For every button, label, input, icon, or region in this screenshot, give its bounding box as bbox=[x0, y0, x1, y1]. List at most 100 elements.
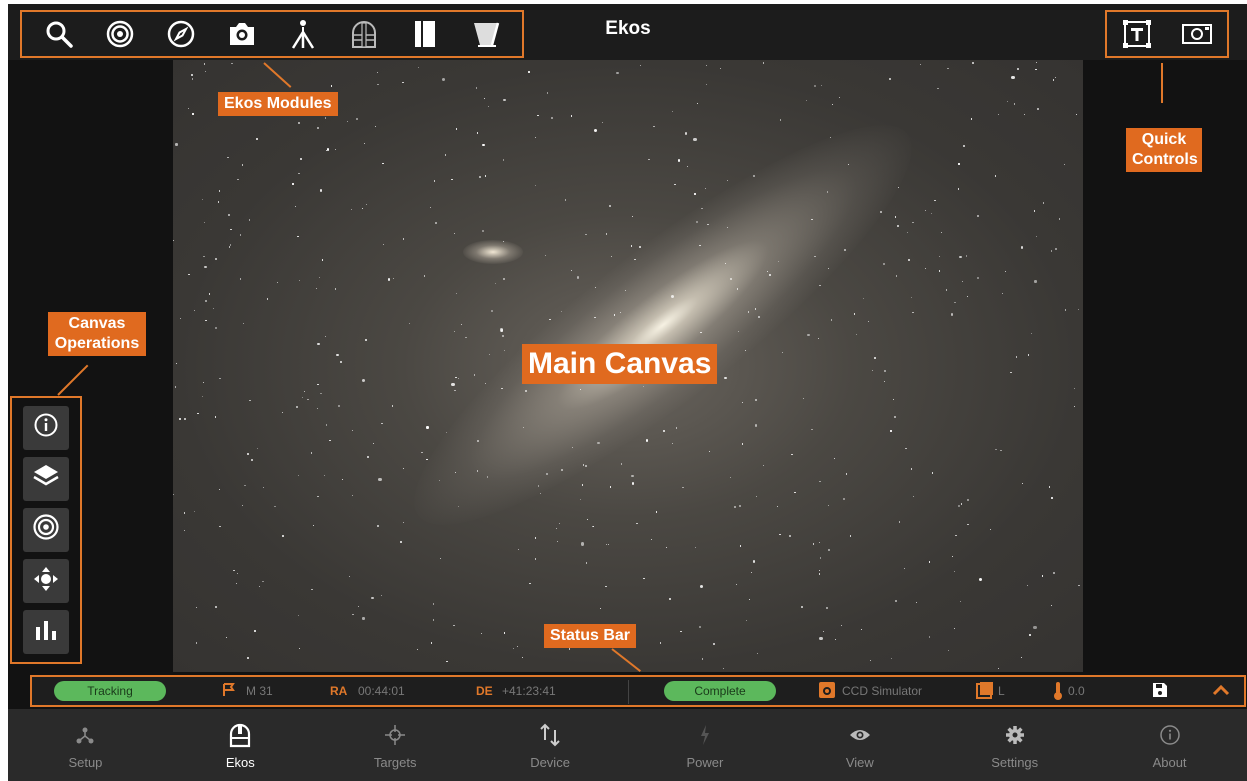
star bbox=[699, 244, 701, 246]
info-button[interactable] bbox=[23, 405, 69, 450]
star bbox=[357, 606, 360, 608]
star bbox=[571, 115, 573, 117]
star bbox=[426, 426, 429, 429]
star bbox=[845, 473, 848, 475]
star bbox=[945, 289, 947, 291]
star bbox=[528, 71, 530, 73]
star bbox=[855, 333, 857, 335]
text-frame-icon[interactable] bbox=[1119, 16, 1155, 52]
star bbox=[376, 71, 379, 74]
star bbox=[958, 163, 960, 165]
star bbox=[460, 323, 463, 326]
star bbox=[616, 72, 619, 75]
star bbox=[651, 539, 653, 541]
star bbox=[806, 99, 808, 101]
tripod-icon[interactable] bbox=[285, 16, 321, 52]
star bbox=[205, 320, 207, 322]
target-icon[interactable] bbox=[102, 16, 138, 52]
star bbox=[812, 543, 814, 545]
star bbox=[1055, 77, 1057, 79]
nav-item-targets[interactable]: Targets bbox=[318, 709, 473, 781]
star bbox=[355, 117, 358, 120]
histogram-button[interactable] bbox=[23, 610, 69, 655]
star bbox=[610, 255, 612, 258]
nav-item-device[interactable]: Device bbox=[473, 709, 628, 781]
nav-item-about[interactable]: About bbox=[1092, 709, 1247, 781]
star bbox=[473, 374, 475, 376]
star bbox=[534, 558, 536, 560]
star bbox=[738, 505, 741, 508]
star bbox=[632, 215, 634, 218]
star bbox=[632, 482, 635, 485]
star bbox=[750, 571, 752, 573]
star bbox=[426, 458, 428, 460]
star bbox=[377, 83, 379, 86]
save-icon[interactable] bbox=[1152, 682, 1168, 701]
star bbox=[928, 561, 931, 563]
star bbox=[374, 125, 377, 128]
nav-label: View bbox=[845, 754, 874, 770]
star bbox=[741, 402, 744, 404]
star bbox=[1041, 575, 1044, 577]
compass-icon[interactable] bbox=[163, 16, 199, 52]
nav-item-view[interactable]: View bbox=[782, 709, 937, 781]
star bbox=[724, 376, 727, 379]
star bbox=[266, 298, 268, 300]
move-button[interactable] bbox=[23, 559, 69, 604]
star bbox=[205, 300, 208, 303]
star bbox=[953, 627, 955, 630]
quick-controls-toolbar bbox=[1105, 10, 1229, 58]
star bbox=[645, 439, 649, 442]
search-icon[interactable] bbox=[41, 16, 77, 52]
star bbox=[482, 143, 485, 146]
dome-icon[interactable] bbox=[346, 16, 382, 52]
star bbox=[819, 573, 821, 575]
star bbox=[430, 642, 433, 644]
ra-label: RA bbox=[330, 684, 348, 698]
layers-button[interactable] bbox=[23, 456, 69, 501]
target-icon bbox=[32, 513, 60, 546]
star bbox=[435, 222, 437, 224]
star bbox=[957, 504, 961, 507]
star bbox=[402, 82, 404, 84]
capture-status-badge: Complete bbox=[664, 681, 776, 701]
star bbox=[1036, 61, 1038, 64]
star bbox=[183, 512, 186, 514]
star bbox=[503, 349, 505, 352]
star bbox=[712, 642, 716, 646]
star bbox=[191, 78, 194, 80]
star bbox=[915, 601, 918, 603]
tracking-status-badge: Tracking bbox=[54, 681, 166, 701]
star bbox=[953, 570, 956, 573]
star bbox=[860, 628, 862, 631]
star bbox=[451, 382, 455, 387]
nav-item-setup[interactable]: Setup bbox=[8, 709, 163, 781]
star bbox=[576, 276, 579, 279]
star bbox=[295, 405, 298, 408]
canvas-operations-toolbar bbox=[10, 396, 82, 664]
nav-item-ekos[interactable]: Ekos bbox=[163, 709, 318, 781]
star bbox=[203, 381, 205, 384]
star bbox=[819, 480, 821, 482]
star bbox=[215, 416, 217, 418]
cap-icon[interactable] bbox=[407, 16, 443, 52]
camera-icon[interactable] bbox=[224, 16, 260, 52]
target-name: M 31 bbox=[246, 684, 273, 698]
star bbox=[202, 198, 204, 201]
star bbox=[334, 149, 336, 151]
star bbox=[1052, 572, 1055, 575]
star bbox=[970, 118, 973, 120]
chevron-up-icon[interactable] bbox=[1212, 683, 1230, 700]
flat-panel-icon[interactable] bbox=[468, 16, 504, 52]
nav-item-settings[interactable]: Settings bbox=[937, 709, 1092, 781]
star bbox=[502, 240, 504, 242]
star bbox=[752, 174, 755, 177]
star bbox=[722, 667, 724, 670]
nav-item-power[interactable]: Power bbox=[628, 709, 783, 781]
star bbox=[319, 189, 322, 192]
star bbox=[951, 555, 954, 558]
star bbox=[329, 440, 331, 442]
target-button[interactable] bbox=[23, 507, 69, 552]
star bbox=[297, 615, 300, 617]
capture-frame-icon[interactable] bbox=[1179, 16, 1215, 52]
